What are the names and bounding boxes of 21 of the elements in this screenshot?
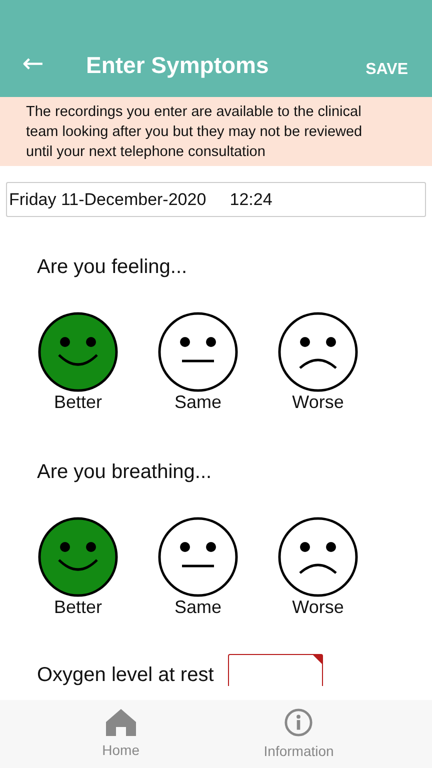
happy-face-icon <box>38 517 118 597</box>
oxygen-field[interactable] <box>228 654 323 686</box>
neutral-face-icon <box>158 517 238 597</box>
info-icon <box>284 708 314 737</box>
sad-face-option[interactable]: Worse <box>278 312 358 413</box>
happy-face-option[interactable]: Better <box>38 517 118 618</box>
happy-face-option[interactable]: Better <box>38 312 118 413</box>
question-prompt: Are you breathing... <box>37 461 213 485</box>
question-prompt: Are you feeling... <box>37 256 188 280</box>
neutral-face-option[interactable]: Same <box>158 517 238 618</box>
screen-title: Enter Symptoms <box>86 52 270 79</box>
happy-face-icon <box>38 312 118 392</box>
sad-face-icon <box>278 312 358 392</box>
date-field[interactable]: Friday 11-December-2020 12:24 <box>6 182 426 217</box>
oxygen-label: Oxygen level at rest <box>37 664 214 686</box>
notice-text: The recordings you enter are available to the clinical team looking after you but they may not be reviewed until your next telephone consultation <box>26 103 364 162</box>
neutral-face-icon <box>158 312 238 392</box>
sad-face-option[interactable]: Worse <box>278 517 358 618</box>
neutral-face-option[interactable]: Same <box>158 312 238 413</box>
home-icon <box>106 708 136 736</box>
sad-face-icon <box>278 517 358 597</box>
